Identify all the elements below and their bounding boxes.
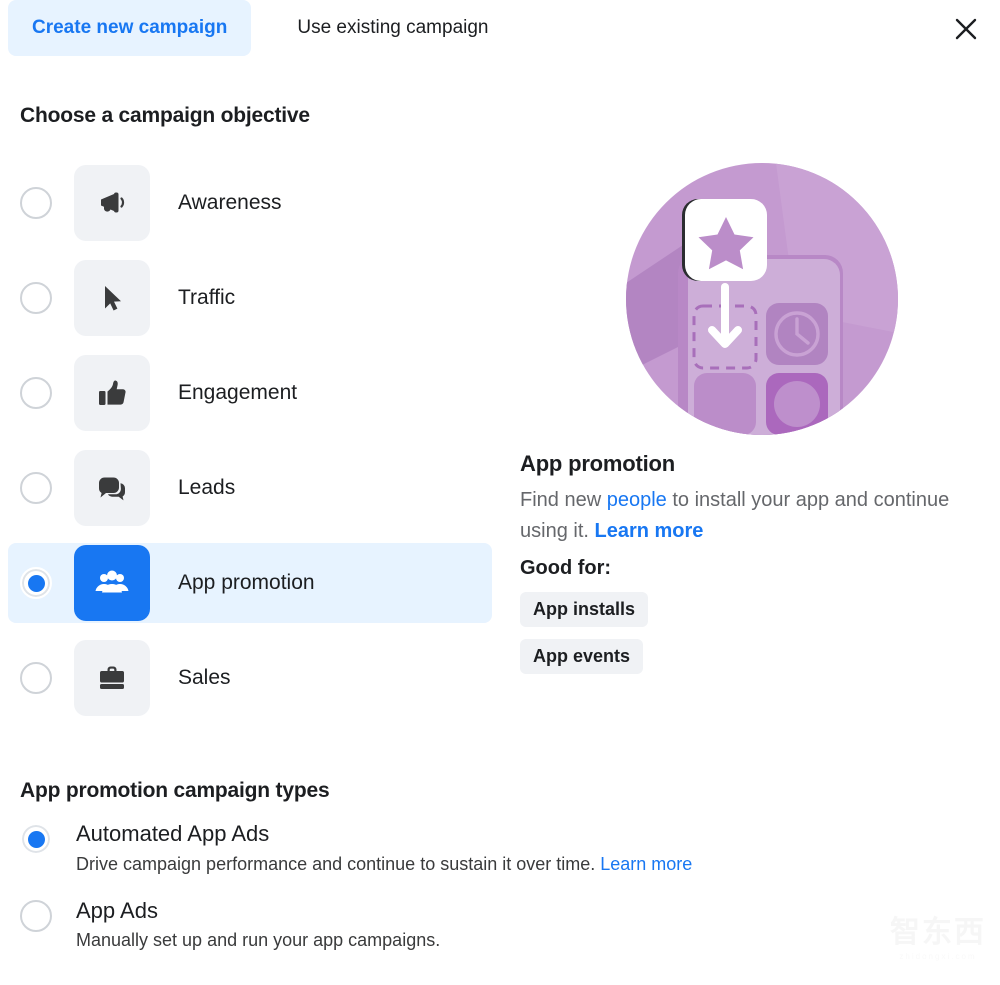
close-button[interactable] — [948, 11, 984, 47]
campaign-objective-dialog: Create new campaign Use existing campaig… — [0, 0, 1000, 985]
objective-row-engagement[interactable]: Engagement — [8, 353, 492, 433]
tab-use-existing-campaign[interactable]: Use existing campaign — [273, 0, 512, 56]
objective-radio-sales[interactable] — [20, 662, 52, 694]
close-icon — [955, 18, 977, 40]
chat-bubbles-icon — [98, 477, 126, 501]
objective-row-traffic[interactable]: Traffic — [8, 258, 492, 338]
objective-radio-awareness[interactable] — [20, 187, 52, 219]
chip-row-app-events: App events — [520, 639, 980, 686]
objective-radio-app-promotion[interactable] — [20, 567, 52, 599]
objective-list: Awareness Traffic Engagement Leads App p… — [8, 163, 492, 733]
objective-label-traffic: Traffic — [178, 286, 236, 309]
objective-radio-engagement[interactable] — [20, 377, 52, 409]
detail-title: App promotion — [520, 451, 676, 476]
tab-create-new-campaign-label: Create new campaign — [32, 17, 228, 38]
objective-icon-tile-awareness — [74, 165, 150, 241]
campaign-type-label-automated-app-ads: Automated App Ads — [76, 821, 270, 846]
objective-label-sales: Sales — [178, 666, 231, 689]
objective-radio-leads[interactable] — [20, 472, 52, 504]
people-link[interactable]: people — [607, 489, 667, 511]
objective-row-awareness[interactable]: Awareness — [8, 163, 492, 243]
good-for-title: Good for: — [520, 557, 612, 579]
briefcase-icon — [100, 666, 124, 689]
campaign-type-row-app-ads[interactable]: App Ads Manually set up and run your app… — [20, 897, 840, 952]
chip-app-events: App events — [520, 639, 644, 674]
chip-row-app-installs: App installs — [520, 592, 980, 639]
objective-icon-tile-app-promotion — [74, 545, 150, 621]
campaign-type-desc-text: Manually set up and run your app campaig… — [76, 930, 441, 950]
objective-icon-tile-sales — [74, 640, 150, 716]
tab-bar: Create new campaign Use existing campaig… — [0, 0, 1000, 58]
thumbs-up-icon — [99, 380, 126, 405]
app-promotion-illustration — [626, 163, 898, 435]
campaign-type-radio-automated-app-ads[interactable] — [20, 823, 52, 855]
detail-learn-more-link[interactable]: Learn more — [594, 520, 703, 542]
chip-app-installs: App installs — [520, 592, 649, 627]
campaign-type-radio-app-ads[interactable] — [20, 899, 52, 932]
objective-radio-traffic[interactable] — [20, 282, 52, 314]
objective-row-leads[interactable]: Leads — [8, 448, 492, 528]
app-promotion-illustration-svg — [626, 163, 898, 435]
cursor-icon — [105, 286, 121, 311]
radio-dot — [27, 574, 45, 592]
objective-icon-tile-engagement — [74, 355, 150, 431]
detail-desc-part1: Find new — [520, 489, 607, 511]
watermark-cn: 智东西 — [890, 916, 986, 949]
objective-icon-tile-leads — [74, 450, 150, 526]
people-group-icon — [95, 570, 129, 593]
campaign-type-desc-automated-app-ads: Drive campaign performance and continue … — [76, 854, 692, 875]
campaign-type-label-app-ads: App Ads — [76, 897, 158, 923]
objective-icon-tile-traffic — [74, 260, 150, 336]
detail-description: Find new people to install your app and … — [520, 485, 980, 547]
objective-detail-panel: App promotion Find new people to install… — [520, 163, 980, 686]
campaign-types-title: App promotion campaign types — [20, 779, 330, 802]
campaign-type-row-automated-app-ads[interactable]: Automated App Ads Drive campaign perform… — [20, 820, 840, 875]
watermark-en: zhidongxi.com — [899, 952, 977, 961]
campaign-type-text-app-ads: App Ads Manually set up and run your app… — [76, 897, 440, 952]
objective-label-leads: Leads — [178, 476, 236, 499]
campaign-type-desc-app-ads: Manually set up and run your app campaig… — [76, 930, 440, 951]
objective-label-engagement: Engagement — [178, 381, 298, 404]
objective-label-awareness: Awareness — [178, 191, 282, 214]
objective-label-app-promotion: App promotion — [178, 571, 315, 594]
megaphone-icon — [101, 192, 125, 213]
tab-use-existing-campaign-label: Use existing campaign — [297, 17, 489, 38]
objective-row-sales[interactable]: Sales — [8, 638, 492, 718]
good-for-chips: App installs App events — [520, 592, 980, 686]
campaign-types-list: Automated App Ads Drive campaign perform… — [20, 820, 840, 973]
objective-section-title: Choose a campaign objective — [20, 104, 310, 127]
campaign-type-learn-more-link[interactable]: Learn more — [600, 854, 692, 874]
tab-create-new-campaign[interactable]: Create new campaign — [8, 0, 252, 56]
campaign-type-text-automated-app-ads: Automated App Ads Drive campaign perform… — [76, 820, 692, 875]
watermark: 智东西 zhidongxi.com — [890, 916, 986, 962]
radio-dot — [27, 830, 45, 848]
campaign-type-desc-text: Drive campaign performance and continue … — [76, 853, 601, 874]
objective-row-app-promotion[interactable]: App promotion — [8, 543, 492, 623]
